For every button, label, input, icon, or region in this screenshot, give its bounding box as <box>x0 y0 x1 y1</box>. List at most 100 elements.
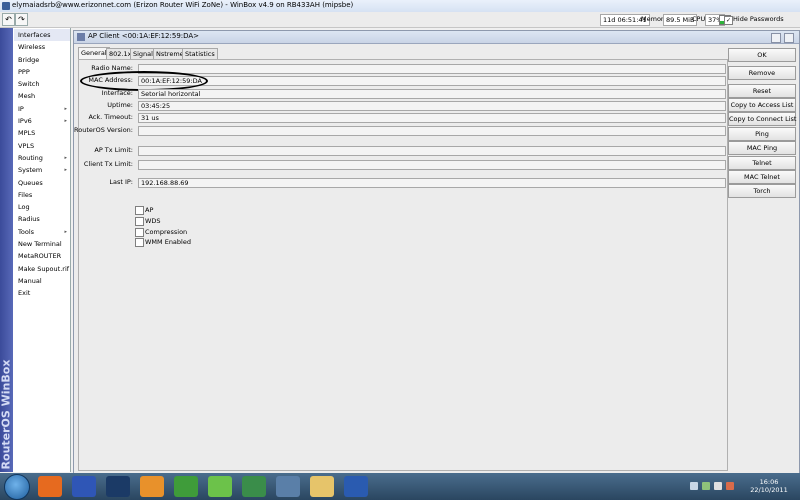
interface-field[interactable]: Setorial horizontal <box>138 89 726 99</box>
dialog-title: AP Client <00:1A:EF:12:59:DA> <box>88 32 200 40</box>
last-ip-field[interactable]: 192.168.88.69 <box>138 178 726 188</box>
torch-button[interactable]: Torch <box>728 184 796 198</box>
mac-ping-button[interactable]: MAC Ping <box>728 141 796 155</box>
folder-icon[interactable] <box>310 476 334 497</box>
sidebar-item-label: Routing <box>18 153 43 162</box>
chevron-right-icon: ▸ <box>64 228 67 235</box>
sidebar-item-label: Exit <box>18 289 31 298</box>
media-player-icon[interactable] <box>140 476 164 497</box>
ack-timeout-label: Ack. Timeout: <box>88 113 133 121</box>
sidebar-item-exit[interactable]: Exit <box>14 287 70 299</box>
sidebar-item-label: Mesh <box>18 92 36 101</box>
brand-strip: RouterOS WinBox <box>0 28 13 472</box>
radio-name-field[interactable] <box>138 64 726 74</box>
sidebar-item-radius[interactable]: Radius <box>14 213 70 225</box>
taskbar: 16:06 22/10/2011 <box>0 473 800 500</box>
ack-timeout-field[interactable]: 31 us <box>138 113 726 123</box>
word-icon[interactable] <box>344 476 368 497</box>
sidebar-item-tools[interactable]: Tools ▸ <box>14 226 70 238</box>
sidebar-item-label: Switch <box>18 80 40 89</box>
hide-passwords-label: Hide Passwords <box>733 15 784 23</box>
winbox-app-icon <box>2 2 10 10</box>
toolbar: ↶ ↷ 11d 06:51:41 Memory: 89.5 MiB CPU: 3… <box>0 12 800 28</box>
sidebar-item-label: System <box>18 166 43 175</box>
undo-button[interactable]: ↶ <box>2 13 15 26</box>
reset-button[interactable]: Reset <box>728 84 796 98</box>
sidebar-item-label: Make Supout.rif <box>18 264 70 273</box>
photoshop-icon[interactable] <box>106 476 130 497</box>
last-ip-label: Last IP: <box>109 178 133 186</box>
sidebar-item-label: MPLS <box>18 129 36 138</box>
sidebar-item-new-terminal[interactable]: New Terminal <box>14 238 70 250</box>
sidebar-item-label: New Terminal <box>18 240 62 249</box>
sidebar-item-label: Files <box>18 190 33 199</box>
sidebar-item-interfaces[interactable]: Interfaces <box>14 29 70 42</box>
maximize-icon[interactable] <box>771 33 781 43</box>
highlight-oval <box>80 71 208 91</box>
sidebar-item-label: Manual <box>18 276 42 285</box>
utorrent-icon[interactable] <box>208 476 232 497</box>
dialog-icon <box>77 33 85 41</box>
remove-button[interactable]: Remove <box>728 66 796 80</box>
sidebar-item-files[interactable]: Files <box>14 189 70 201</box>
hide-passwords-checkbox[interactable]: ✓ <box>724 16 733 25</box>
telnet-button[interactable]: Telnet <box>728 156 796 170</box>
client-tx-limit-field[interactable] <box>138 160 726 170</box>
sidebar-item-wireless[interactable]: Wireless <box>14 41 70 53</box>
copy-to-access-list-button[interactable]: Copy to Access List <box>728 98 796 112</box>
interface-label: Interface: <box>101 89 133 97</box>
sidebar-item-label: VPLS <box>18 141 35 150</box>
sidebar-item-label: Queues <box>18 178 43 187</box>
ap-tx-limit-label: AP Tx Limit: <box>94 146 133 154</box>
ok-button[interactable]: OK <box>728 48 796 62</box>
start-button[interactable] <box>4 474 30 500</box>
sidebar-item-manual[interactable]: Manual <box>14 275 70 287</box>
system-tray <box>690 482 734 492</box>
routeros-winbox-brand: RouterOS WinBox <box>0 359 13 470</box>
ap-client-dialog: AP Client <00:1A:EF:12:59:DA> General 80… <box>73 30 800 474</box>
taskbar-clock[interactable]: 16:06 22/10/2011 <box>740 478 798 494</box>
chrome-icon[interactable] <box>174 476 198 497</box>
close-icon[interactable] <box>784 33 794 43</box>
compression-checkbox-label: Compression <box>145 228 188 236</box>
mac-telnet-button[interactable]: MAC Telnet <box>728 170 796 184</box>
ap-tx-limit-field[interactable] <box>138 146 726 156</box>
routeros-version-field[interactable] <box>138 126 726 136</box>
sidebar-item-label: IP <box>18 104 24 113</box>
tray-arrow-icon[interactable] <box>690 482 698 490</box>
ap-checkbox[interactable] <box>135 206 144 215</box>
network-app-icon[interactable] <box>242 476 266 497</box>
routeros-version-label: RouterOS Version: <box>74 126 133 134</box>
uptime-field[interactable]: 03:45:25 <box>138 101 726 111</box>
compression-checkbox[interactable] <box>135 228 144 237</box>
app-icon[interactable] <box>276 476 300 497</box>
tray-volume-icon[interactable] <box>714 482 722 490</box>
clock-time: 16:06 <box>759 478 779 486</box>
mac-address-field[interactable]: 00:1A:EF:12:59:DA <box>138 76 726 86</box>
winbox-icon[interactable] <box>72 476 96 497</box>
tab-statistics[interactable]: Statistics <box>182 48 218 59</box>
ap-checkbox-label: AP <box>145 206 154 214</box>
wds-checkbox[interactable] <box>135 217 144 226</box>
tray-network-icon[interactable] <box>702 482 710 490</box>
dialog-title-bar[interactable]: AP Client <00:1A:EF:12:59:DA> <box>74 31 799 44</box>
copy-to-connect-list-button[interactable]: Copy to Connect List <box>728 112 796 126</box>
sidebar-item-label: Wireless <box>18 43 46 52</box>
ping-button[interactable]: Ping <box>728 127 796 141</box>
sidebar-item-label: IPv6 <box>18 117 32 126</box>
sidebar-item-label: Bridge <box>18 55 40 64</box>
sidebar-item-log[interactable]: Log <box>14 201 70 213</box>
tray-flag-icon[interactable] <box>726 482 734 490</box>
client-tx-limit-label: Client Tx Limit: <box>83 160 133 168</box>
wmm-enabled-checkbox[interactable] <box>135 238 144 247</box>
general-panel: Radio Name: MAC Address: 00:1A:EF:12:59:… <box>74 59 728 471</box>
redo-button[interactable]: ↷ <box>15 13 28 26</box>
window-title: elymaiadsrb@www.erizonnet.com (Erizon Ro… <box>12 1 354 9</box>
sidebar-item-make-supout-rif[interactable]: Make Supout.rif <box>14 263 70 275</box>
sidebar-item-label: PPP <box>18 67 30 76</box>
firefox-icon[interactable] <box>38 476 62 497</box>
wds-checkbox-label: WDS <box>145 217 161 225</box>
sidebar-item-metarouter[interactable]: MetaROUTER <box>14 250 70 262</box>
sidebar-item-label: Interfaces <box>18 31 51 39</box>
sidebar-item-label: Radius <box>18 215 40 224</box>
